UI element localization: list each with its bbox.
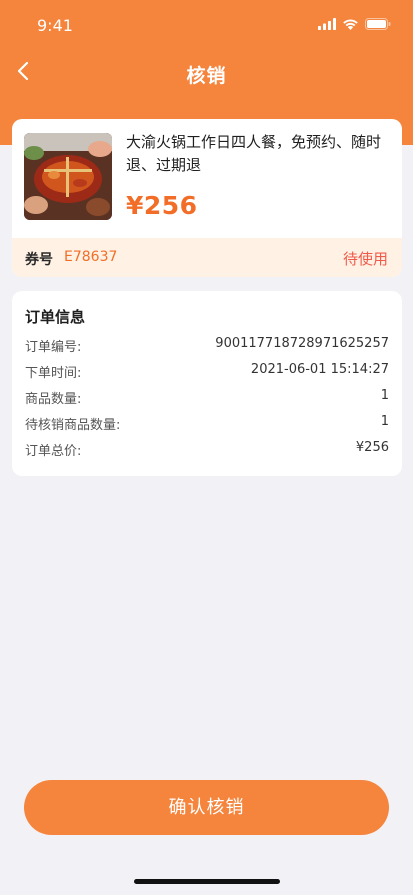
order-row-label: 待核销商品数量: <box>25 418 121 433</box>
order-row-value: 9001177187289716252​57 <box>215 336 389 351</box>
order-info-card: 订单信息 订单编号: 9001177187289716252​57 下单时间: … <box>12 291 402 476</box>
product-image <box>24 133 112 220</box>
home-indicator <box>134 879 280 884</box>
order-row-label: 订单总价: <box>25 444 82 459</box>
order-row-value: 1 <box>380 388 389 403</box>
confirm-verify-button[interactable]: 确认核销 <box>24 780 389 835</box>
order-row-value: ¥256 <box>355 440 389 455</box>
product-price: ¥256 <box>126 191 198 220</box>
order-row-value: 2021-06-01 15:14:27 <box>250 362 389 377</box>
order-info-title: 订单信息 <box>25 308 86 326</box>
wifi-icon <box>342 15 359 34</box>
coupon-strip: 券号 E78637 待使用 <box>12 238 402 277</box>
order-row-value: 1 <box>380 414 389 429</box>
order-row-label: 订单编号: <box>25 340 82 355</box>
order-row-number: 订单编号: 9001177187289716252​57 <box>25 336 389 356</box>
battery-icon <box>365 15 391 34</box>
order-row-quantity: 商品数量: 1 <box>25 388 389 408</box>
coupon-status-badge: 待使用 <box>342 250 388 268</box>
product-card: 大渝火锅工作日四人餐，免预约、随时退、过期退 ¥256 券号 E78637 待使… <box>12 119 402 277</box>
product-name: 大渝火锅工作日四人餐，免预约、随时退、过期退 <box>126 133 382 174</box>
order-row-label: 商品数量: <box>25 392 82 407</box>
status-time: 9:41 <box>37 16 73 35</box>
navigation-bar: 核销 <box>0 48 413 100</box>
signal-icon <box>318 15 336 34</box>
coupon-label: 券号 <box>25 252 53 268</box>
order-row-time: 下单时间: 2021-06-01 15:14:27 <box>25 362 389 382</box>
status-bar: 9:41 <box>0 0 413 48</box>
order-row-label: 下单时间: <box>25 366 82 381</box>
order-row-pending-quantity: 待核销商品数量: 1 <box>25 414 389 434</box>
coupon-code: E78637 <box>64 249 118 265</box>
status-icons <box>318 17 391 31</box>
page-title: 核销 <box>186 65 227 87</box>
order-row-total: 订单总价: ¥256 <box>25 440 389 460</box>
